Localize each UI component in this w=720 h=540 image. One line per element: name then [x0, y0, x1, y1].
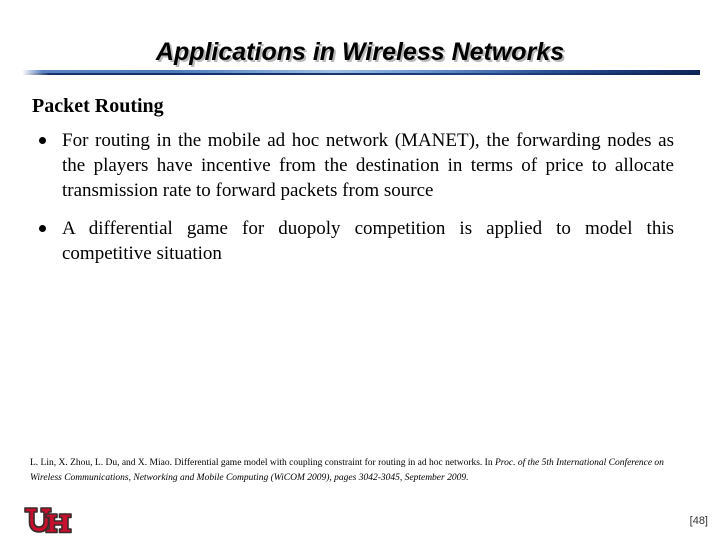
title-divider [22, 70, 700, 75]
citation-part-two: , pages 3042-3045, September 2009. [329, 472, 469, 483]
section-heading: Packet Routing [32, 95, 164, 117]
bullet-item-text: For routing in the mobile ad hoc network… [62, 130, 674, 201]
bullet-dot-icon [39, 225, 46, 232]
citation-part-one: L. Lin, X. Zhou, L. Du, and X. Miao. Dif… [30, 458, 495, 468]
list-item: A differential game for duopoly competit… [32, 216, 674, 266]
divider-bottom-bar [22, 73, 700, 75]
uh-logo [22, 505, 76, 535]
page-number: [48] [689, 515, 708, 527]
bullet-item-text: A differential game for duopoly competit… [62, 218, 674, 264]
page-title: Applications in Wireless Networks [155, 38, 565, 66]
bullet-list: For routing in the mobile ad hoc network… [32, 128, 674, 266]
bullet-dot-icon [39, 137, 46, 144]
list-item: For routing in the mobile ad hoc network… [32, 128, 674, 203]
slide-body: Packet Routing For routing in the mobile… [32, 94, 674, 266]
citation-reference: L. Lin, X. Zhou, L. Du, and X. Miao. Dif… [30, 456, 675, 485]
